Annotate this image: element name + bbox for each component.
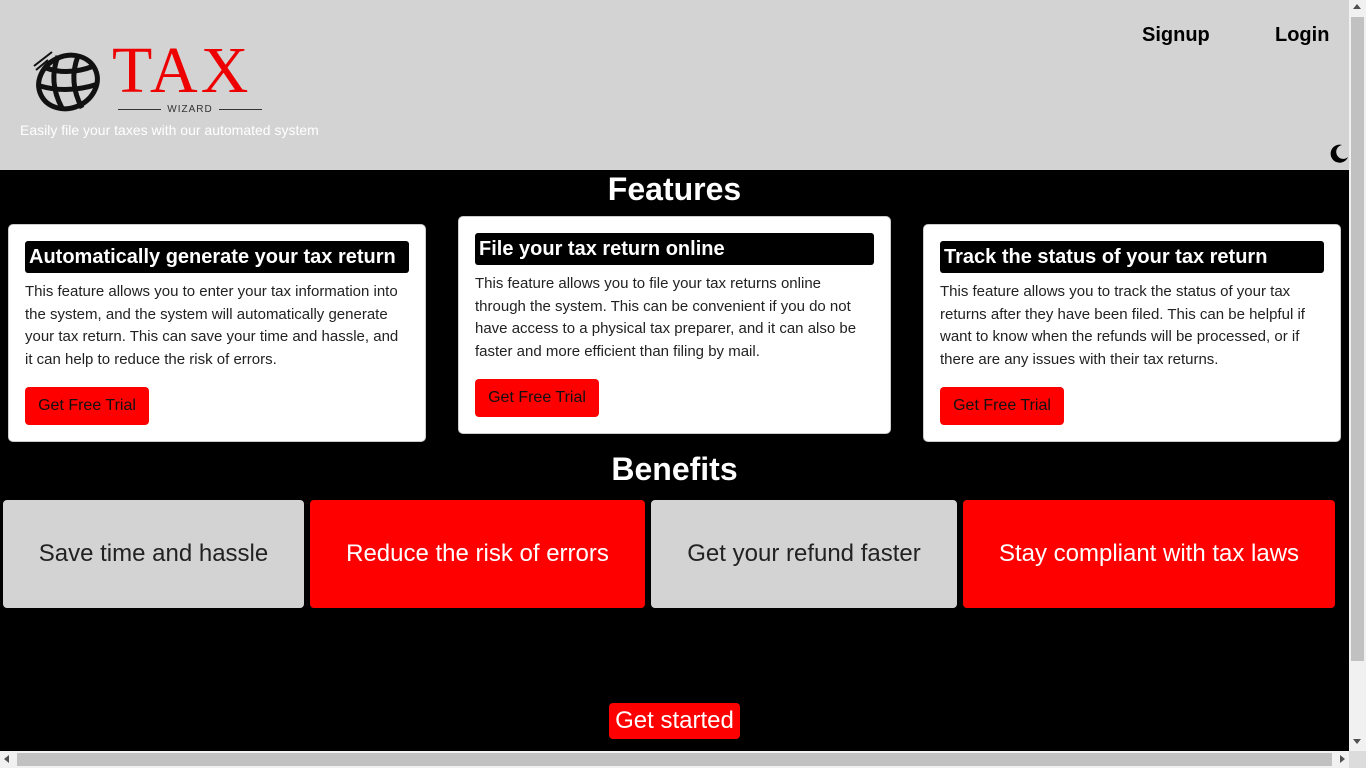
globe-icon <box>33 51 100 112</box>
get-free-trial-button[interactable]: Get Free Trial <box>475 379 599 417</box>
login-link[interactable]: Login <box>1275 24 1329 47</box>
get-free-trial-button[interactable]: Get Free Trial <box>25 387 149 425</box>
scrollbar-corner <box>1349 751 1366 768</box>
get-started-button[interactable]: Get started <box>609 703 740 739</box>
scroll-left-arrow-icon[interactable] <box>4 755 9 763</box>
benefit-tile: Reduce the risk of errors <box>310 500 645 608</box>
logo-subtitle: WIZARD <box>118 102 263 116</box>
scroll-right-arrow-icon[interactable] <box>1340 755 1345 763</box>
site-header: TAX WIZARD Easily file your taxes with o… <box>0 0 1349 170</box>
feature-card-description: This feature allows you to track the sta… <box>940 283 1305 368</box>
feature-card-title: File your tax return online <box>475 233 874 265</box>
page-viewport: TAX WIZARD Easily file your taxes with o… <box>0 0 1349 751</box>
logo-sub-text: WIZARD <box>167 103 213 115</box>
vertical-scroll-thumb[interactable] <box>1351 17 1364 661</box>
horizontal-scrollbar[interactable] <box>0 751 1349 768</box>
feature-card-title: Track the status of your tax return <box>940 241 1324 273</box>
vertical-scrollbar[interactable] <box>1349 0 1366 751</box>
features-heading: Features <box>607 171 742 207</box>
benefit-tile: Get your refund faster <box>651 500 957 608</box>
moon-icon[interactable] <box>1328 142 1349 164</box>
scroll-down-arrow-icon[interactable] <box>1353 739 1361 744</box>
benefit-tile: Save time and hassle <box>3 500 304 608</box>
feature-card: File your tax return online This feature… <box>458 216 891 434</box>
feature-card-description: This feature allows you to file your tax… <box>475 275 857 360</box>
feature-card-description: This feature allows you to enter your ta… <box>25 283 399 368</box>
benefits-heading: Benefits <box>611 451 738 487</box>
logo-rule-right <box>218 108 263 110</box>
signup-link[interactable]: Signup <box>1142 24 1210 47</box>
feature-card: Automatically generate your tax return T… <box>8 224 426 442</box>
get-free-trial-button[interactable]: Get Free Trial <box>940 387 1064 425</box>
logo-brand: TAX <box>112 34 252 107</box>
benefit-tile: Stay compliant with tax laws <box>963 500 1335 608</box>
logo-rule-left <box>118 108 162 110</box>
horizontal-scroll-thumb[interactable] <box>17 753 1332 766</box>
scroll-up-arrow-icon[interactable] <box>1353 4 1361 9</box>
logo[interactable]: TAX WIZARD <box>28 34 273 118</box>
feature-card-title: Automatically generate your tax return <box>25 241 409 273</box>
tagline: Easily file your taxes with our automate… <box>20 122 319 138</box>
feature-card: Track the status of your tax return This… <box>923 224 1341 442</box>
